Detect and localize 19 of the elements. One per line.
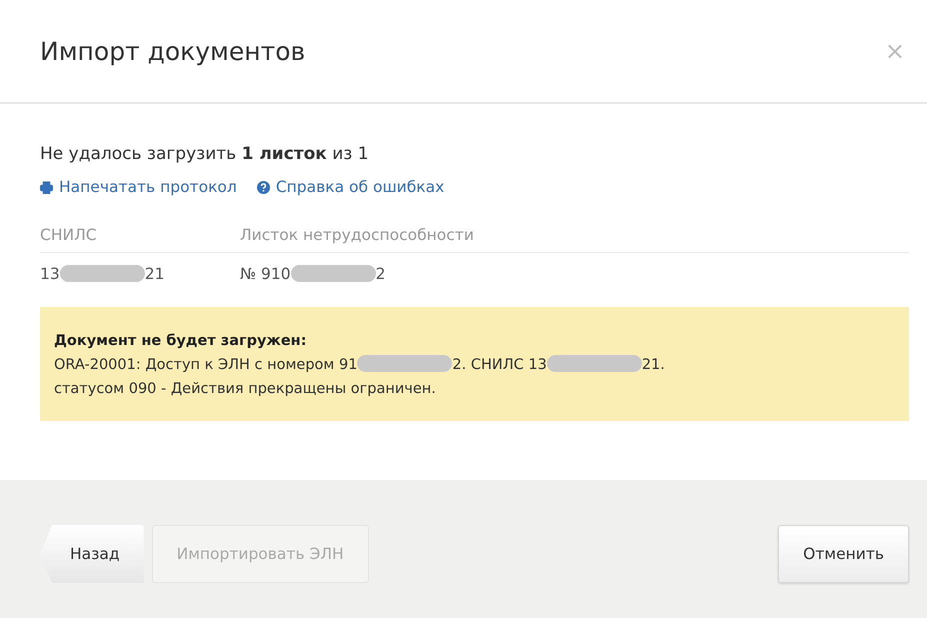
- status-message: Не удалось загрузить 1 листок из 1: [40, 144, 370, 164]
- cell-text: № 910: [240, 265, 291, 283]
- print-link[interactable]: Напечатать протокол: [40, 178, 237, 196]
- warning-text: 2. СНИЛС 13: [452, 357, 547, 373]
- warning-text: ORA-20001: Доступ к ЭЛН с номером 91: [54, 357, 358, 373]
- warning-title: Документ не будет загружен:: [54, 332, 308, 351]
- warning-text: 21.: [642, 357, 665, 373]
- help-icon: [256, 180, 270, 194]
- printer-icon: [40, 180, 53, 194]
- dialog-title: Импорт документов: [40, 36, 306, 66]
- warning-text: статусом 090 - Действия прекращены ограничен.: [54, 381, 436, 397]
- cell-text: 2: [376, 265, 386, 283]
- back-button[interactable]: Назад: [40, 525, 144, 583]
- footer-button[interactable]: Отменить: [778, 525, 909, 583]
- column-header: Листок нетрудоспособности: [240, 226, 909, 252]
- cell-text: 13: [40, 265, 60, 283]
- cell-text: 21: [144, 265, 164, 283]
- column-header: СНИЛС: [40, 226, 240, 252]
- help-link[interactable]: Справка об ошибках: [256, 178, 444, 196]
